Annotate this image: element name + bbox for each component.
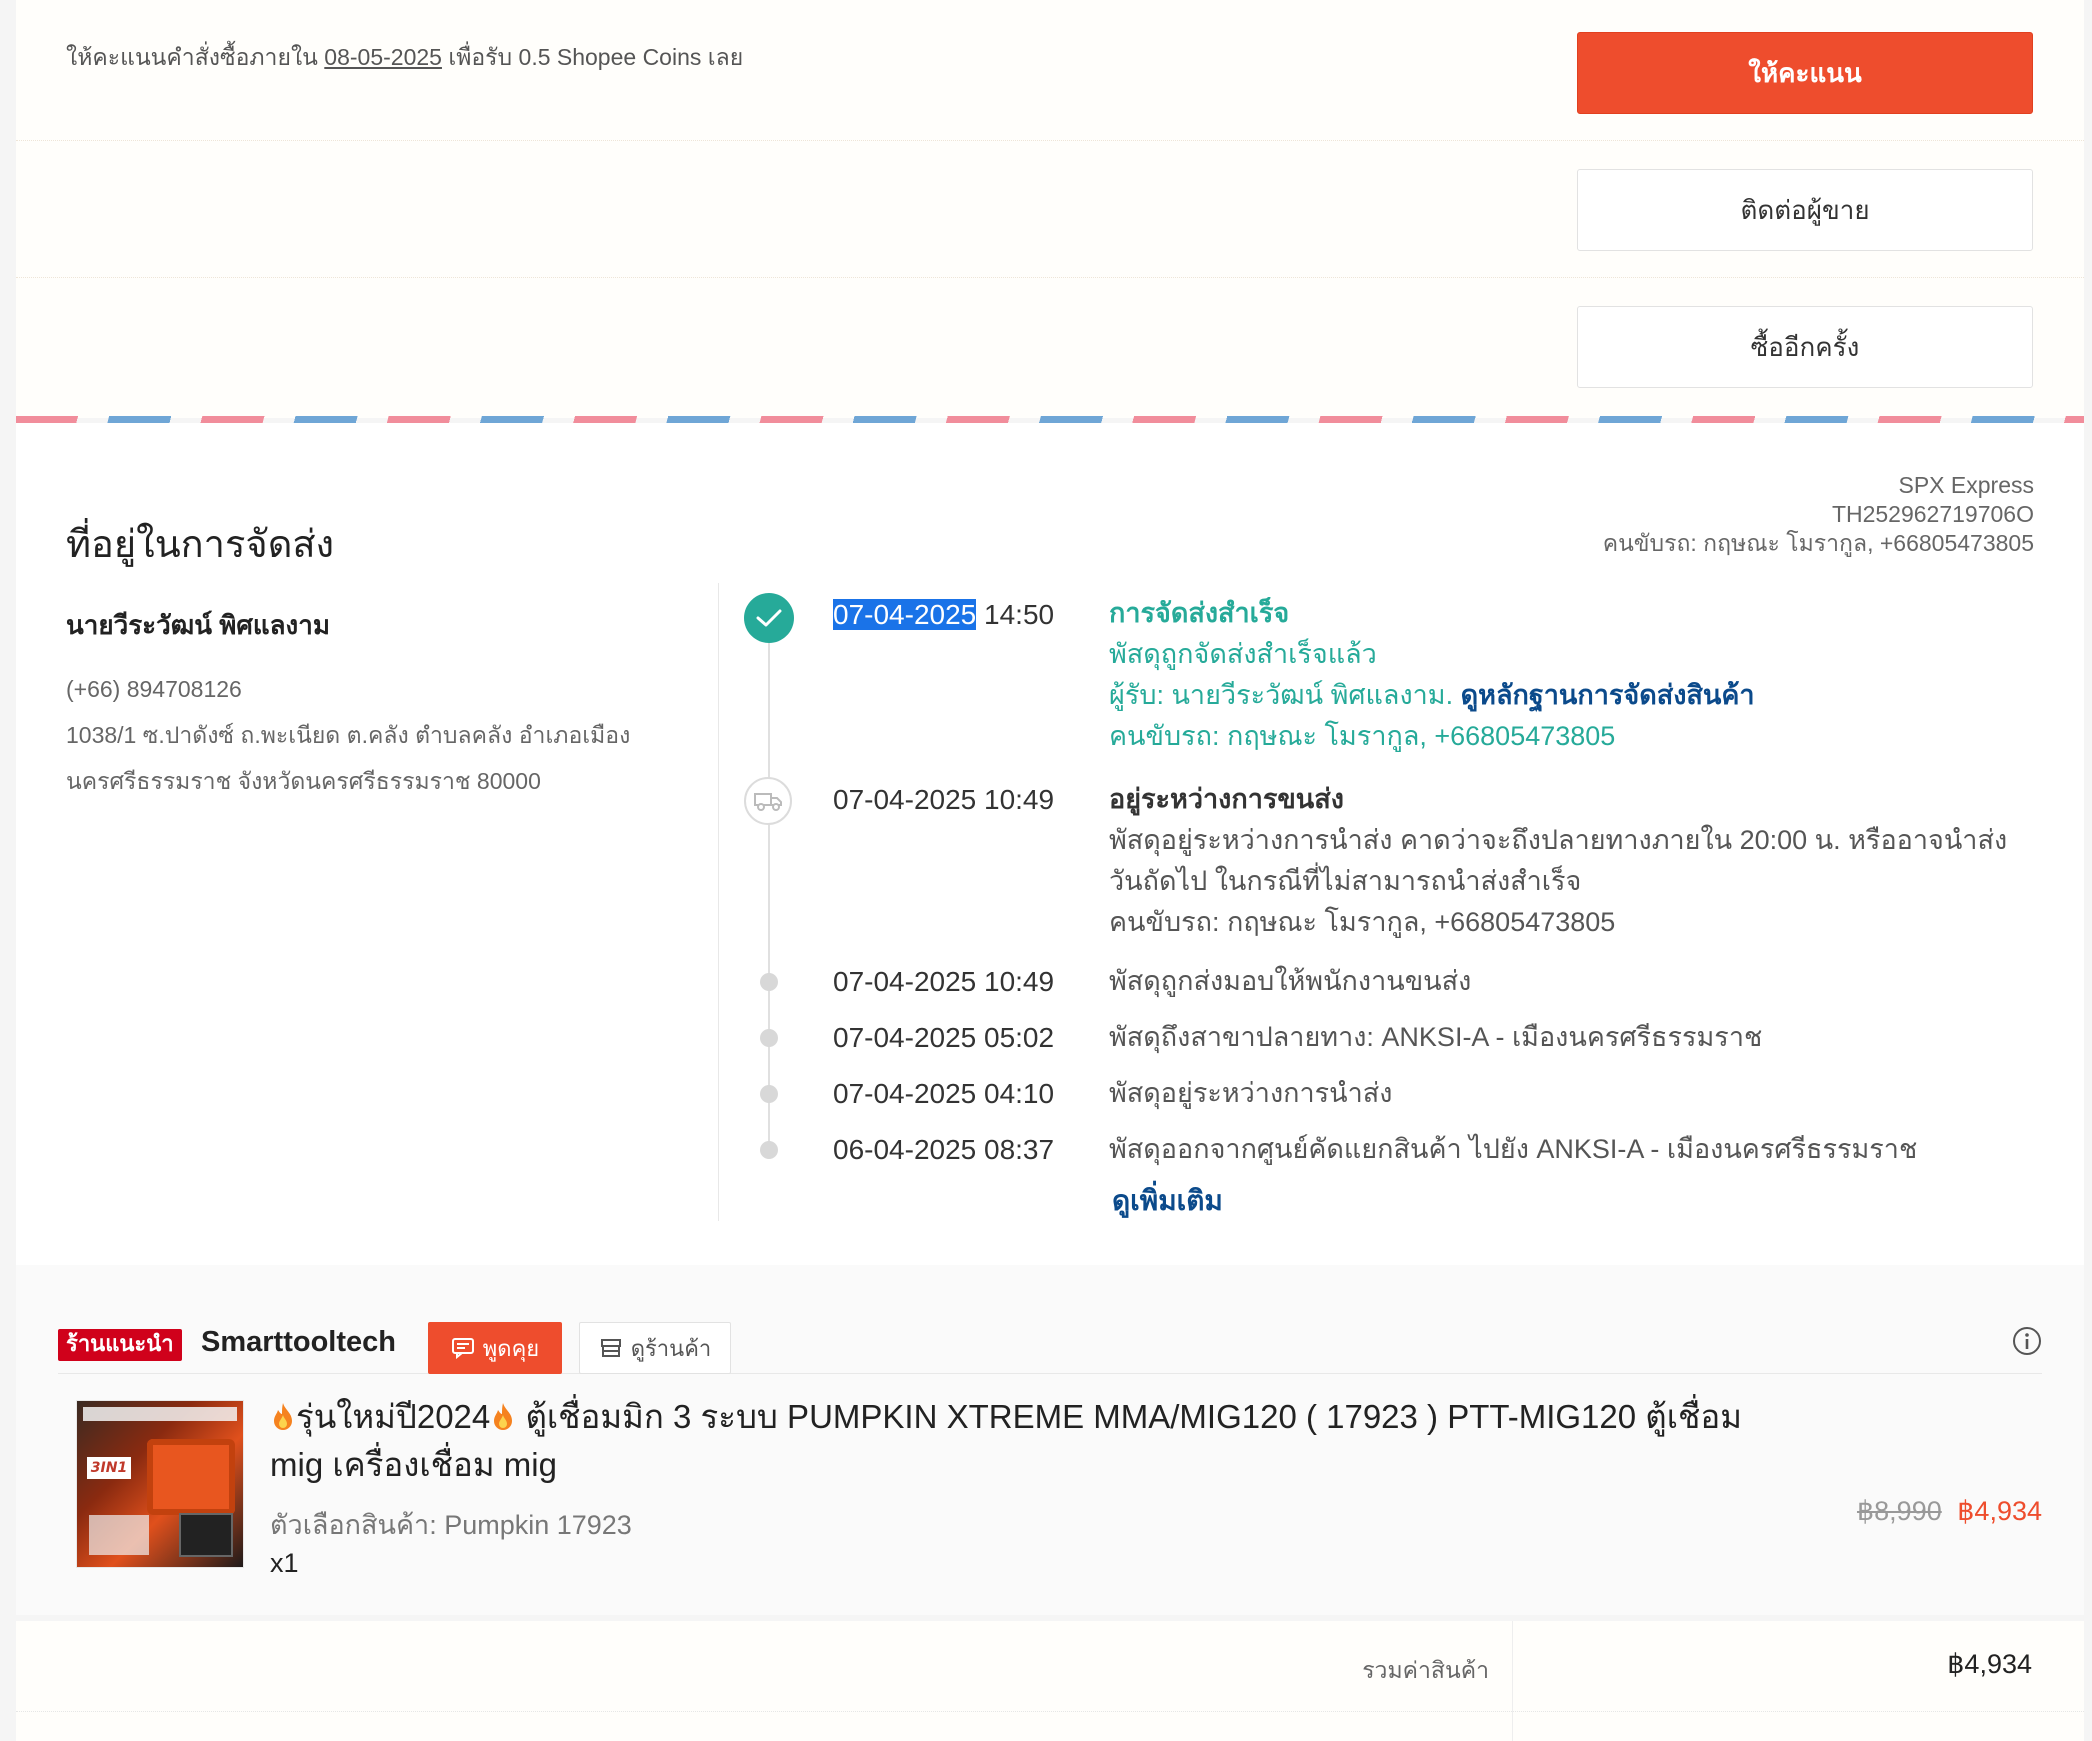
- info-icon[interactable]: [2012, 1326, 2042, 1356]
- shipping-section: ที่อยู่ในการจัดส่ง SPX Express TH2529627…: [16, 423, 2084, 1265]
- check-icon: [744, 593, 794, 643]
- rate-button[interactable]: ให้คะแนน: [1577, 32, 2033, 114]
- event-line: พัสดุอยู่ระหว่างการนำส่ง คาดว่าจะถึงปลาย…: [1109, 825, 2008, 855]
- truck-icon: [744, 777, 792, 825]
- timeline-dot: [760, 1029, 778, 1047]
- airmail-divider: [16, 416, 2084, 423]
- event-line: พัสดุถูกจัดส่งสำเร็จแล้ว: [1109, 639, 1377, 669]
- buy-again-row: ซื้ออีกครั้ง: [16, 277, 2084, 419]
- original-price: ฿8,990: [1856, 1496, 1942, 1526]
- order-actions-panel: ให้คะแนนคำสั่งซื้อภายใน 08-05-2025 เพื่อ…: [16, 0, 2084, 418]
- rating-prompt-prefix: ให้คะแนนคำสั่งซื้อภายใน: [66, 44, 318, 70]
- chat-button[interactable]: พูดคุย: [428, 1322, 562, 1374]
- contact-seller-button[interactable]: ติดต่อผู้ขาย: [1577, 169, 2033, 251]
- product-image[interactable]: 3IN1: [76, 1400, 244, 1568]
- event-description: พัสดุถึงสาขาปลายทาง: ANKSI-A - เมืองนครศ…: [1109, 1022, 1763, 1052]
- chat-button-label: พูดคุย: [482, 1336, 540, 1362]
- timeline-dot: [760, 973, 778, 991]
- event-description: อยู่ระหว่างการขนส่ง พัสดุอยู่ระหว่างการน…: [1109, 779, 2049, 943]
- timeline-dot: [760, 1141, 778, 1159]
- fire-icon: [274, 1403, 292, 1430]
- product-title-part1: รุ่นใหม่ปี2024: [296, 1398, 491, 1435]
- shop-name[interactable]: Smarttooltech: [201, 1326, 396, 1359]
- product-quantity: x1: [270, 1548, 299, 1578]
- subtotal-label: รวมค่าสินค้า: [1362, 1657, 1489, 1683]
- event-description: พัสดุอยู่ระหว่างการนำส่ง: [1109, 1078, 1393, 1108]
- discount-price: ฿4,934: [1957, 1496, 2042, 1526]
- proof-of-delivery-link[interactable]: ดูหลักฐานการจัดส่งสินค้า: [1461, 680, 1755, 710]
- preferred-shop-badge: ร้านแนะนำ: [58, 1329, 182, 1361]
- timeline-dot: [760, 1085, 778, 1103]
- event-description: พัสดุออกจากศูนย์คัดแยกสินค้า ไปยัง ANKSI…: [1109, 1134, 1918, 1164]
- event-time: 14:50: [984, 599, 1055, 630]
- event-datetime: 07-04-2025 05:02: [833, 1022, 1055, 1053]
- event-datetime: 07-04-2025 04:10: [833, 1078, 1055, 1109]
- event-driver: คนขับรถ: กฤษณะ โมรากูล, +66805473805: [1109, 907, 1616, 937]
- rating-prompt: ให้คะแนนคำสั่งซื้อภายใน 08-05-2025 เพื่อ…: [66, 40, 743, 76]
- event-date-selected: 07-04-2025: [833, 599, 977, 630]
- subtotal-row: รวมค่าสินค้า ฿4,934: [16, 1621, 2084, 1712]
- contact-row: ติดต่อผู้ขาย: [16, 140, 2084, 277]
- subtotal-value: ฿4,934: [1947, 1649, 2032, 1679]
- event-line: ผู้รับ: นายวีระวัฒน์ พิศแลงาม. ดูหลักฐาน…: [1109, 675, 2049, 716]
- product-price: ฿8,990 ฿4,934: [1857, 1496, 2042, 1527]
- event-status: การจัดส่งสำเร็จ: [1109, 598, 1290, 628]
- chat-icon: [451, 1338, 474, 1359]
- event-line: วันถัดไป ในกรณีที่ไม่สามารถนำส่งสำเร็จ: [1109, 866, 1582, 896]
- tracking-timeline: 07-04-2025 14:50 การจัดส่งสำเร็จ พัสดุถู…: [16, 423, 2084, 1265]
- event-description: การจัดส่งสำเร็จ พัสดุถูกจัดส่งสำเร็จแล้ว…: [1109, 593, 2049, 757]
- buy-again-button[interactable]: ซื้ออีกครั้ง: [1577, 306, 2033, 388]
- product-item[interactable]: 3IN1 รุ่นใหม่ปี2024 ตู้เชื่อมมิก 3 ระบบ …: [58, 1393, 2042, 1589]
- rating-row: ให้คะแนนคำสั่งซื้อภายใน 08-05-2025 เพื่อ…: [16, 0, 2084, 139]
- rating-deadline: 08-05-2025: [324, 44, 442, 70]
- event-datetime: 07-04-2025 10:49: [833, 966, 1055, 997]
- order-totals: รวมค่าสินค้า ฿4,934: [16, 1621, 2084, 1741]
- event-description: พัสดุถูกส่งมอบให้พนักงานขนส่ง: [1109, 966, 1472, 996]
- event-datetime: 07-04-2025 14:50: [833, 599, 1054, 631]
- event-recipient: ผู้รับ: นายวีระวัฒน์ พิศแลงาม.: [1109, 680, 1454, 710]
- store-icon: [600, 1339, 621, 1357]
- product-variant: ตัวเลือกสินค้า: Pumpkin 17923: [270, 1510, 632, 1540]
- view-shop-label: ดูร้านค้า: [630, 1336, 712, 1362]
- rating-prompt-suffix: เพื่อรับ 0.5 Shopee Coins เลย: [448, 44, 744, 70]
- timeline-line: [768, 643, 770, 1153]
- fire-icon: [494, 1403, 513, 1430]
- event-datetime: 06-04-2025 08:37: [833, 1134, 1055, 1165]
- product-title: รุ่นใหม่ปี2024 ตู้เชื่อมมิก 3 ระบบ PUMPK…: [270, 1393, 1800, 1489]
- totals-divider: [1512, 1621, 1513, 1741]
- event-driver: คนขับรถ: กฤษณะ โมรากูล, +66805473805: [1109, 721, 1616, 751]
- view-shop-button[interactable]: ดูร้านค้า: [579, 1322, 731, 1374]
- event-status: อยู่ระหว่างการขนส่ง: [1109, 784, 1344, 814]
- shop-section: ร้านแนะนำ Smarttooltech พูดคุย ดูร้านค้า…: [16, 1265, 2084, 1615]
- see-more-link[interactable]: ดูเพิ่มเติม: [1112, 1179, 1223, 1223]
- event-datetime: 07-04-2025 10:49: [833, 784, 1055, 815]
- shop-header: ร้านแนะนำ Smarttooltech พูดคุย ดูร้านค้า: [58, 1293, 2042, 1374]
